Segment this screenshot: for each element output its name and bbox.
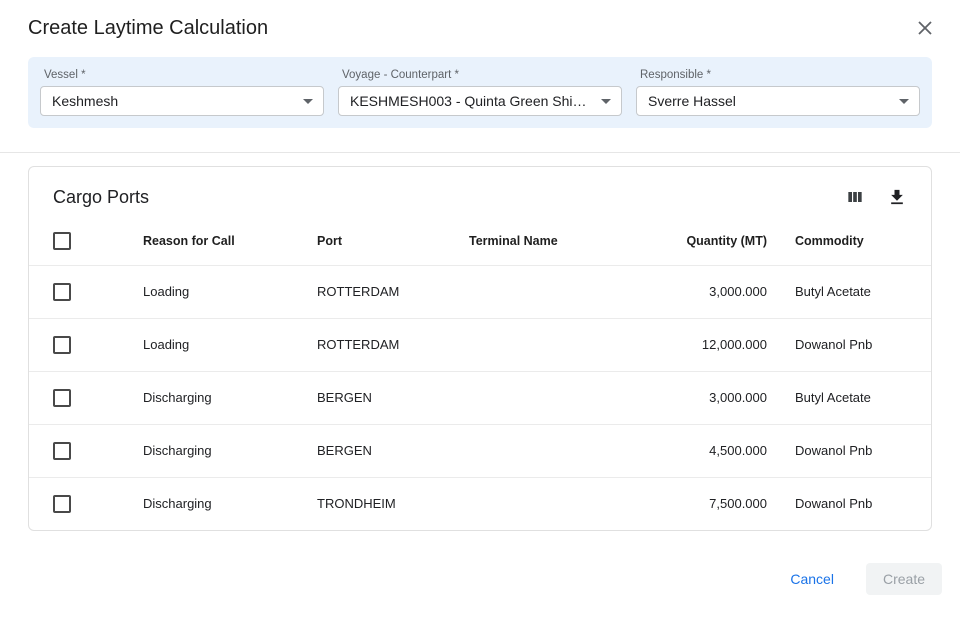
table-row: Loading ROTTERDAM 3,000.000 Butyl Acetat… — [29, 265, 931, 318]
cell-terminal — [441, 318, 611, 371]
voyage-counterpart-selected-value: KESHMESH003 - Quinta Green Shippi... — [350, 93, 601, 109]
cell-terminal — [441, 371, 611, 424]
cell-reason: Discharging — [115, 477, 289, 530]
chevron-down-icon — [601, 99, 611, 104]
voyage-form-panel: Vessel * Keshmesh Voyage - Counterpart *… — [28, 57, 932, 128]
cell-commodity: Butyl Acetate — [767, 371, 931, 424]
cargo-ports-table: Reason for Call Port Terminal Name Quant… — [29, 217, 931, 530]
cargo-ports-title: Cargo Ports — [53, 187, 149, 208]
dialog-header: Create Laytime Calculation — [0, 0, 960, 54]
cell-port: BERGEN — [289, 424, 441, 477]
row-checkbox[interactable] — [53, 336, 71, 354]
vessel-selected-value: Keshmesh — [52, 93, 126, 109]
cargo-ports-card-header: Cargo Ports — [29, 167, 931, 217]
cell-port: BERGEN — [289, 371, 441, 424]
column-header-terminal: Terminal Name — [441, 217, 611, 265]
header-divider — [0, 152, 960, 153]
view-columns-icon[interactable] — [843, 185, 867, 209]
voyage-counterpart-select[interactable]: KESHMESH003 - Quinta Green Shippi... — [338, 86, 622, 116]
table-row: Loading ROTTERDAM 12,000.000 Dowanol Pnb — [29, 318, 931, 371]
dialog-title: Create Laytime Calculation — [28, 17, 268, 40]
cell-terminal — [441, 424, 611, 477]
column-header-quantity: Quantity (MT) — [611, 217, 767, 265]
cargo-ports-card: Cargo Ports — [28, 166, 932, 531]
cell-reason: Loading — [115, 318, 289, 371]
cargo-ports-actions — [843, 185, 909, 209]
cell-port: ROTTERDAM — [289, 318, 441, 371]
create-button[interactable]: Create — [866, 563, 942, 595]
row-checkbox[interactable] — [53, 495, 71, 513]
cell-quantity: 12,000.000 — [611, 318, 767, 371]
cell-reason: Loading — [115, 265, 289, 318]
vessel-select[interactable]: Keshmesh — [40, 86, 324, 116]
row-checkbox[interactable] — [53, 389, 71, 407]
cell-terminal — [441, 477, 611, 530]
cell-quantity: 7,500.000 — [611, 477, 767, 530]
cell-port: ROTTERDAM — [289, 265, 441, 318]
responsible-label: Responsible * — [640, 69, 920, 81]
chevron-down-icon — [303, 99, 313, 104]
responsible-select[interactable]: Sverre Hassel — [636, 86, 920, 116]
table-row: Discharging TRONDHEIM 7,500.000 Dowanol … — [29, 477, 931, 530]
table-row: Discharging BERGEN 3,000.000 Butyl Aceta… — [29, 371, 931, 424]
cell-quantity: 3,000.000 — [611, 371, 767, 424]
voyage-counterpart-field: Voyage - Counterpart * KESHMESH003 - Qui… — [338, 69, 622, 116]
chevron-down-icon — [899, 99, 909, 104]
dialog-footer: Cancel Create — [0, 563, 942, 595]
cell-quantity: 4,500.000 — [611, 424, 767, 477]
close-icon[interactable] — [912, 15, 938, 41]
cell-quantity: 3,000.000 — [611, 265, 767, 318]
column-header-commodity: Commodity — [767, 217, 931, 265]
row-checkbox[interactable] — [53, 442, 71, 460]
responsible-field: Responsible * Sverre Hassel — [636, 69, 920, 116]
vessel-label: Vessel * — [44, 69, 324, 81]
vessel-field: Vessel * Keshmesh — [40, 69, 324, 116]
table-row: Discharging BERGEN 4,500.000 Dowanol Pnb — [29, 424, 931, 477]
responsible-selected-value: Sverre Hassel — [648, 93, 744, 109]
cell-commodity: Butyl Acetate — [767, 265, 931, 318]
cell-commodity: Dowanol Pnb — [767, 318, 931, 371]
column-header-reason: Reason for Call — [115, 217, 289, 265]
cancel-button[interactable]: Cancel — [782, 565, 842, 593]
cell-commodity: Dowanol Pnb — [767, 424, 931, 477]
row-checkbox[interactable] — [53, 283, 71, 301]
cell-port: TRONDHEIM — [289, 477, 441, 530]
cell-commodity: Dowanol Pnb — [767, 477, 931, 530]
voyage-counterpart-label: Voyage - Counterpart * — [342, 69, 622, 81]
column-header-port: Port — [289, 217, 441, 265]
cell-reason: Discharging — [115, 371, 289, 424]
cell-reason: Discharging — [115, 424, 289, 477]
select-all-checkbox[interactable] — [53, 232, 71, 250]
table-header-row: Reason for Call Port Terminal Name Quant… — [29, 217, 931, 265]
download-icon[interactable] — [885, 185, 909, 209]
cell-terminal — [441, 265, 611, 318]
create-laytime-dialog: Create Laytime Calculation Vessel * Kesh… — [0, 0, 960, 595]
